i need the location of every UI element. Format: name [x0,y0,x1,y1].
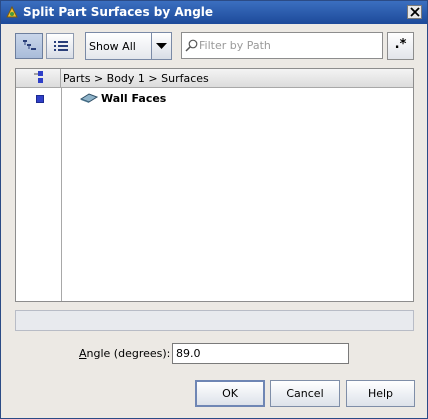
tree-header: Parts > Body 1 > Surfaces [16,69,413,88]
angle-label-text: ngle (degrees): [86,347,171,360]
title-bar[interactable]: Split Part Surfaces by Angle [1,1,427,24]
close-icon [410,7,420,17]
object-tree[interactable]: Parts > Body 1 > Surfaces Wall Faces [15,68,414,302]
regex-toggle-button[interactable]: .* [387,32,414,60]
list-view-icon [54,41,68,51]
dialog-title: Split Part Surfaces by Angle [23,5,214,19]
breadcrumb: Parts > Body 1 > Surfaces [63,72,209,85]
ok-button[interactable]: OK [195,380,265,407]
filter-input[interactable] [199,36,379,54]
angle-label-mnemonic: A [79,347,87,360]
surface-icon [80,93,98,103]
chevron-down-icon [156,43,167,49]
path-filter-field[interactable] [181,32,383,59]
list-view-button[interactable] [46,33,74,59]
app-icon [5,5,19,19]
close-button[interactable] [407,5,422,19]
column-divider [61,87,62,301]
dialog-window: Split Part Surfaces by Angle Show All Fi… [0,0,428,419]
selection-column-header[interactable] [16,69,61,87]
dropdown-arrow-button[interactable] [151,33,171,59]
selection-column-icon [34,71,43,83]
search-icon [185,39,198,52]
selection-marker[interactable] [36,95,44,103]
help-button[interactable]: Help [346,380,415,407]
cancel-button[interactable]: Cancel [270,380,340,407]
tree-view-icon [23,40,36,50]
tree-row-label: Wall Faces [101,92,167,105]
show-filter-select[interactable]: Show All [85,32,172,60]
status-bar [15,310,414,331]
tree-view-button[interactable] [15,33,43,59]
angle-label: Angle (degrees): [79,347,170,360]
show-filter-value: Show All [89,40,136,53]
angle-input[interactable] [172,343,349,364]
